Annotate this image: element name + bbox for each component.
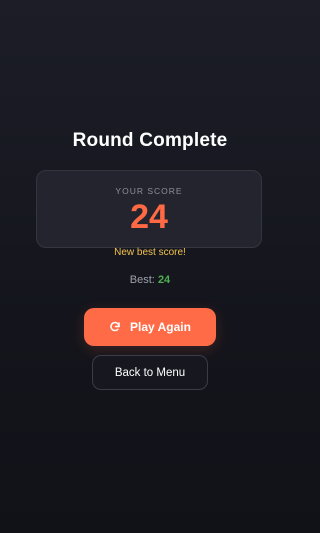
restart-icon [109, 321, 121, 333]
round-complete-screen: Round Complete YOUR SCORE 24 New best sc… [0, 0, 300, 533]
page-title: Round Complete [72, 130, 228, 151]
back-to-menu-label: Back to Menu [114, 366, 186, 379]
new-best-message: New best score! [114, 247, 186, 258]
score-value: 24 [130, 198, 168, 236]
score-label: YOUR SCORE [115, 186, 183, 196]
best-label: Best: [129, 274, 155, 286]
score-card: YOUR SCORE 24 [36, 170, 262, 248]
play-again-label: Play Again [130, 320, 191, 334]
play-again-button[interactable]: Play Again [84, 308, 216, 346]
best-score: Best: 24 [0, 274, 300, 286]
back-to-menu-button[interactable]: Back to Menu [92, 355, 208, 390]
best-value: 24 [157, 274, 171, 286]
